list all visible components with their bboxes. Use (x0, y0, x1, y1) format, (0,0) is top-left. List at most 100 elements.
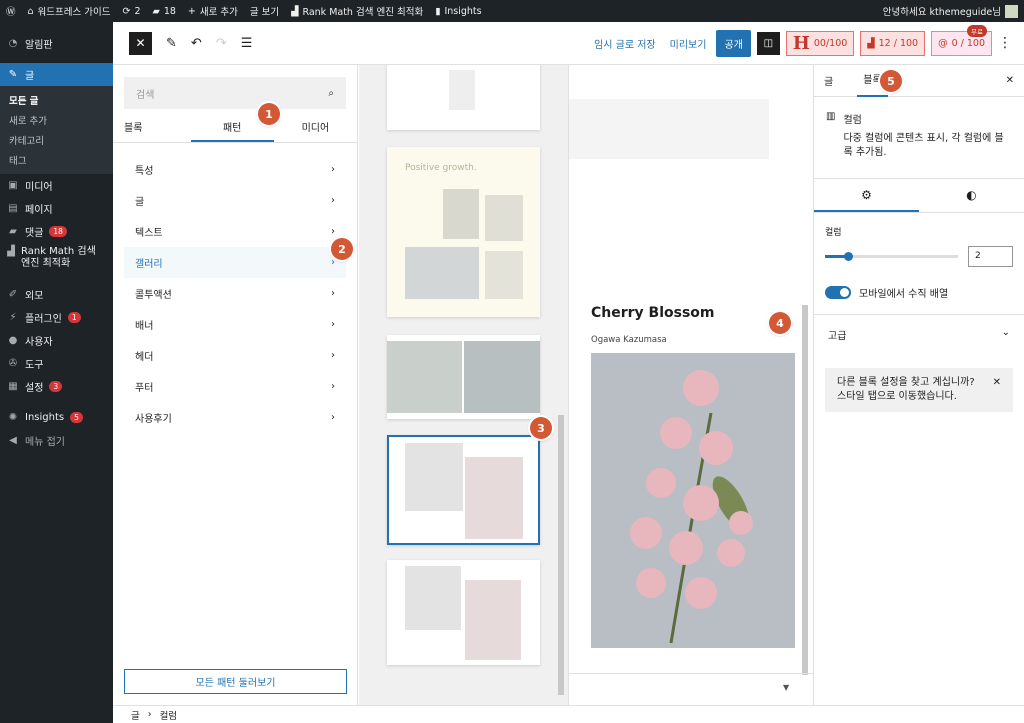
sidebar-item-rankmath[interactable]: ▟ Rank Math 검색 엔진 최적화 (0, 243, 113, 277)
category-call-to-action[interactable]: 콜투액션 › (124, 278, 346, 309)
content-score-button[interactable]: @0 / 100 무료 (931, 24, 992, 56)
view-post-link[interactable]: 글 보기 (244, 4, 285, 18)
insights-link[interactable]: ▮ Insights (429, 6, 487, 17)
category-featured[interactable]: 특성 › (124, 154, 346, 185)
sidebar-item-pages[interactable]: ▤ 페이지 (0, 197, 113, 220)
sidebar-item-comments[interactable]: ▰ 댓글 18 (0, 220, 113, 243)
sidebar-item-media[interactable]: ▣ 미디어 (0, 174, 113, 197)
posts-submenu: 모든 글 새로 추가 카테고리 태그 (0, 86, 113, 174)
wordpress-logo-icon[interactable]: Ⓦ (0, 4, 22, 18)
notice: 다른 블록 설정을 찾고 계십니까? 스타일 탭으로 이동했습니다. ✕ (825, 368, 1013, 412)
sidebar-item-posts[interactable]: ✎ 글 (0, 63, 113, 86)
canvas-scrollbar[interactable] (802, 305, 808, 675)
updates-link[interactable]: ⟳ 2 (117, 6, 147, 17)
category-footers[interactable]: 푸터 › (124, 371, 346, 402)
sidebar-item-users[interactable]: ● 사용자 (0, 329, 113, 352)
pattern-list-scrollbar[interactable] (558, 415, 564, 695)
sidebar-item-tools[interactable]: ✇ 도구 (0, 352, 113, 375)
sidebar-item-settings[interactable]: ▦ 설정 3 (0, 375, 113, 398)
scroll-down-icon[interactable]: ▼ (783, 683, 789, 692)
free-badge: 무료 (967, 24, 987, 37)
pencil-tool-icon[interactable]: ✎ (166, 36, 177, 51)
sidebar-item-dashboard[interactable]: ◔ 알림판 (0, 32, 113, 55)
submenu-tags[interactable]: 태그 (0, 150, 113, 170)
home-icon: ⌂ (27, 5, 34, 17)
submenu-categories[interactable]: 카테고리 (0, 130, 113, 150)
dashboard-icon: ◔ (8, 38, 18, 49)
breadcrumb-post[interactable]: 글 (131, 708, 140, 722)
more-options-icon[interactable]: ⋮ (998, 35, 1012, 51)
styles-contrast-icon[interactable]: ◐ (919, 179, 1024, 212)
category-testimonials[interactable]: 사용후기 › (124, 402, 346, 433)
settings-icon: ▦ (8, 381, 18, 392)
pattern-preview[interactable] (387, 65, 540, 130)
category-text[interactable]: 텍스트 › (124, 216, 346, 247)
stack-mobile-toggle[interactable] (825, 286, 851, 299)
at-icon: @ (938, 37, 948, 49)
tab-blocks[interactable]: 블록 (113, 117, 191, 142)
plugins-badge: 1 (67, 312, 81, 323)
pattern-preview-selected[interactable] (387, 435, 540, 545)
settings-gear-icon[interactable]: ⚙ (814, 179, 919, 212)
columns-input[interactable]: 2 (968, 246, 1013, 267)
cherry-blossom-illustration (630, 370, 753, 644)
pattern-preview[interactable]: Positive growth. (387, 147, 540, 317)
list-view-icon[interactable]: ☰ (241, 36, 253, 51)
step-marker-4: 4 (769, 312, 791, 334)
admin-sidebar: ◔ 알림판 ✎ 글 모든 글 새로 추가 카테고리 태그 ▣ 미디어 ▤ 페이지 ▰ 댓글… (0, 22, 113, 723)
block-inserter: 검색 ⌕ 블록 패턴 미디어 특성 › 글 › 텍스트 › 갤러리 › 콜투액션 › 배너 ›… (113, 65, 358, 705)
redo-icon[interactable]: ↷ (216, 36, 227, 51)
explore-all-patterns-button[interactable]: 모든 패턴 둘러보기 (124, 669, 347, 694)
breadcrumb-columns[interactable]: 컬럼 (160, 708, 177, 722)
sidebar-item-appearance[interactable]: ✐ 외모 (0, 283, 113, 306)
inspector-tabs: ⚙ ◐ (814, 179, 1024, 213)
sidebar-item-insights[interactable]: ✺ Insights 5 (0, 406, 113, 429)
close-inserter-button[interactable]: ✕ (129, 31, 152, 55)
block-preview (569, 99, 769, 159)
dismiss-notice-icon[interactable]: ✕ (993, 376, 1001, 404)
headline-score-button[interactable]: H 00/100 (785, 30, 855, 56)
comments-link[interactable]: ▰ 18 (147, 6, 182, 17)
preview-button[interactable]: 미리보기 (666, 36, 711, 51)
site-link[interactable]: ⌂ 워드프레스 가이드 (22, 4, 117, 19)
sidebar-icon: ◫ (763, 37, 774, 49)
category-posts[interactable]: 글 › (124, 185, 346, 216)
step-marker-2: 2 (331, 238, 353, 260)
publish-button[interactable]: 공개 (716, 29, 751, 57)
cherry-blossom-image[interactable] (591, 353, 795, 648)
undo-icon[interactable]: ↶ (191, 36, 202, 51)
tab-post[interactable]: 글 (824, 73, 833, 88)
category-banners[interactable]: 배너 › (124, 309, 346, 340)
advanced-panel-toggle[interactable]: 고급 ⌄ (814, 315, 1024, 354)
tab-media[interactable]: 미디어 (274, 117, 357, 142)
account-link[interactable]: 안녕하세요 kthemeguide님 (877, 4, 1024, 18)
search-input[interactable]: 검색 ⌕ (124, 77, 346, 109)
stack-mobile-label: 모바일에서 수직 배열 (859, 289, 949, 300)
pattern-heading: Positive growth. (405, 163, 477, 173)
submenu-all-posts[interactable]: 모든 글 (0, 90, 113, 110)
plugin-icon: ⚡ (9, 312, 17, 323)
close-settings-icon[interactable]: ✕ (1006, 75, 1014, 86)
chevron-right-icon: › (331, 350, 335, 361)
breadcrumb-separator-icon: › (147, 709, 152, 720)
collapse-menu[interactable]: ◀ 메뉴 접기 (0, 429, 113, 452)
chevron-right-icon: › (331, 164, 335, 175)
settings-badge: 3 (49, 381, 63, 392)
pattern-preview[interactable] (387, 560, 540, 665)
columns-slider[interactable] (825, 252, 958, 261)
category-gallery[interactable]: 갤러리 › (124, 247, 346, 278)
user-icon: ● (8, 335, 18, 346)
settings-panel-toggle[interactable]: ◫ (756, 31, 780, 55)
submenu-add-new[interactable]: 새로 추가 (0, 110, 113, 130)
post-author[interactable]: Ogawa Kazumasa (591, 335, 667, 345)
comments-badge: 18 (49, 226, 67, 237)
rankmath-icon: ▟ (867, 37, 875, 49)
save-draft-button[interactable]: 임시 글로 저장 (590, 36, 660, 51)
new-link[interactable]: + 새로 추가 (182, 4, 244, 19)
rankmath-link[interactable]: ▟ Rank Math 검색 엔진 최적화 (285, 4, 429, 19)
pattern-preview[interactable] (387, 335, 540, 419)
post-heading[interactable]: Cherry Blossom (591, 305, 715, 321)
rankmath-score-button[interactable]: ▟ 12 / 100 (860, 30, 926, 56)
category-headers[interactable]: 헤더 › (124, 340, 346, 371)
sidebar-item-plugins[interactable]: ⚡ 플러그인 1 (0, 306, 113, 329)
